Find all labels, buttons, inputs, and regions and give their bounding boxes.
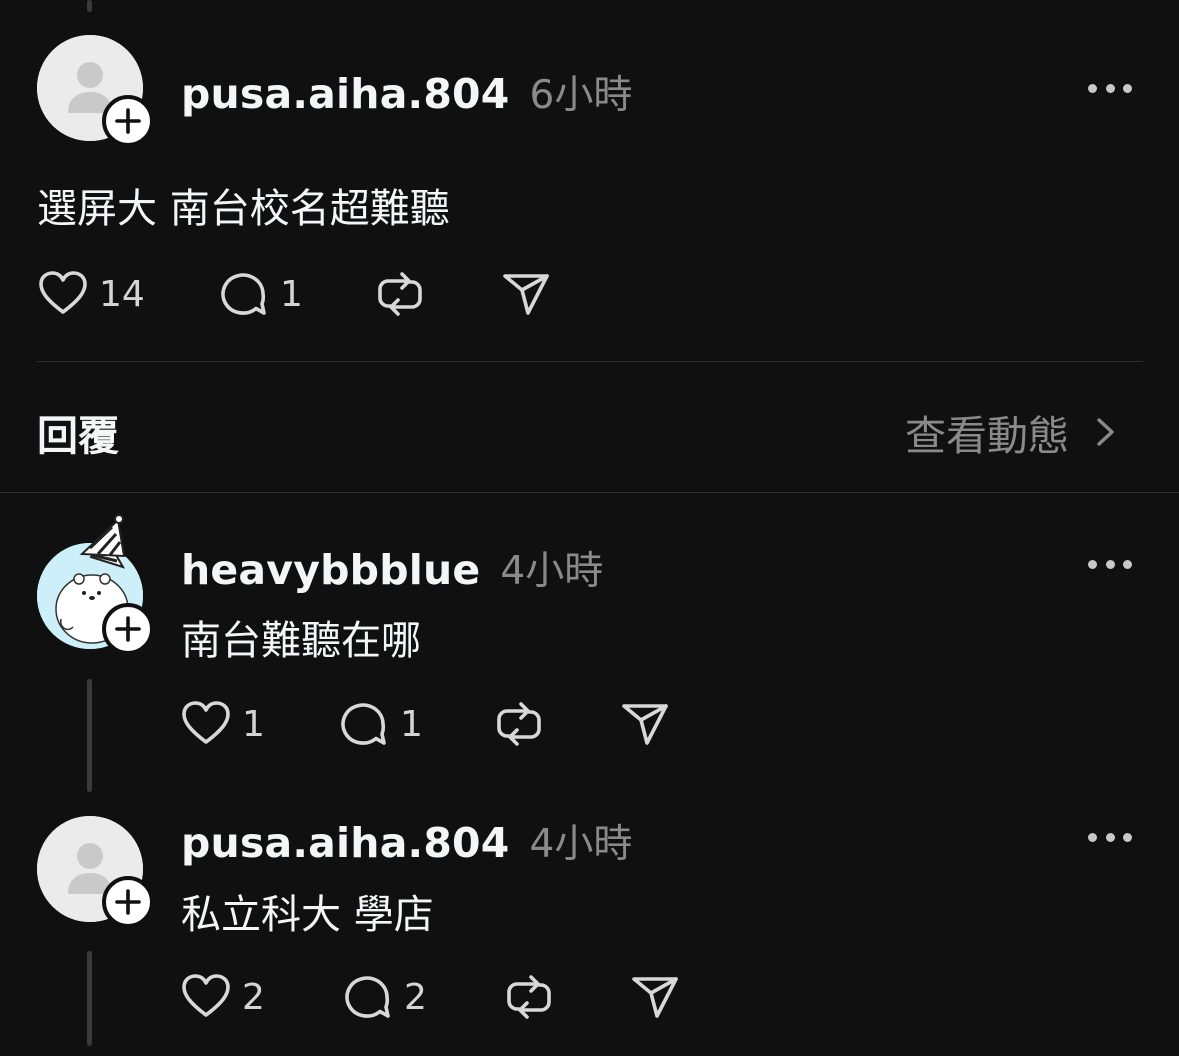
- main-post-header: pusa.aiha.804 6小時: [181, 64, 632, 120]
- thread-line: [87, 951, 92, 1046]
- repost-button[interactable]: [374, 268, 426, 320]
- share-button[interactable]: [629, 971, 681, 1023]
- repost-icon: [503, 971, 555, 1023]
- post-time: 4小時: [529, 822, 633, 867]
- username[interactable]: pusa.aiha.804: [181, 819, 510, 867]
- follow-button[interactable]: [102, 95, 154, 147]
- share-icon: [629, 971, 681, 1023]
- plus-icon: [113, 887, 143, 917]
- share-icon: [500, 268, 552, 320]
- comment-count: 1: [280, 273, 303, 315]
- plus-icon: [113, 106, 143, 136]
- share-button[interactable]: [619, 698, 671, 750]
- like-button[interactable]: 14: [37, 268, 145, 320]
- more-icon[interactable]: [1088, 80, 1132, 96]
- comment-count: 2: [404, 976, 427, 1018]
- divider: [37, 361, 1143, 362]
- heart-icon: [37, 268, 89, 320]
- like-button[interactable]: 1: [180, 698, 265, 750]
- comment-count: 1: [400, 703, 423, 745]
- more-icon[interactable]: [1088, 556, 1132, 572]
- view-activity-label: 查看動態: [905, 412, 1069, 460]
- more-icon[interactable]: [1088, 829, 1132, 845]
- repost-icon: [374, 268, 426, 320]
- comment-icon: [218, 268, 270, 320]
- comment-icon: [342, 971, 394, 1023]
- like-button[interactable]: 2: [180, 971, 265, 1023]
- plus-icon: [113, 614, 143, 644]
- username[interactable]: pusa.aiha.804: [181, 70, 510, 118]
- comment-icon: [338, 698, 390, 750]
- follow-button[interactable]: [102, 876, 154, 928]
- like-count: 14: [99, 273, 145, 315]
- view-activity-button[interactable]: 查看動態: [905, 402, 1121, 462]
- repost-button[interactable]: [493, 698, 545, 750]
- reply-header: heavybbblue 4小時: [181, 540, 603, 596]
- reply-header: pusa.aiha.804 4小時: [181, 813, 632, 869]
- divider: [0, 492, 1179, 493]
- reply-text: 私立科大 學店: [181, 892, 434, 938]
- thread-line: [87, 679, 92, 792]
- chevron-right-icon: [1097, 418, 1114, 446]
- share-icon: [619, 698, 671, 750]
- share-button[interactable]: [500, 268, 552, 320]
- comment-button[interactable]: 1: [338, 698, 423, 750]
- follow-button[interactable]: [102, 603, 154, 655]
- main-post-text: 選屏大 南台校名超難聽: [37, 186, 450, 232]
- repost-button[interactable]: [503, 971, 555, 1023]
- comment-button[interactable]: 2: [342, 971, 427, 1023]
- party-hat-icon: [76, 514, 132, 558]
- post-time: 6小時: [529, 73, 633, 118]
- repost-icon: [493, 698, 545, 750]
- reply-text: 南台難聽在哪: [181, 618, 421, 664]
- heart-icon: [180, 971, 232, 1023]
- thread-line-top: [87, 0, 92, 12]
- comment-button[interactable]: 1: [218, 268, 303, 320]
- post-time: 4小時: [500, 549, 604, 594]
- like-count: 2: [242, 976, 265, 1018]
- heart-icon: [180, 698, 232, 750]
- username[interactable]: heavybbblue: [181, 546, 480, 594]
- replies-label: 回覆: [37, 412, 119, 460]
- like-count: 1: [242, 703, 265, 745]
